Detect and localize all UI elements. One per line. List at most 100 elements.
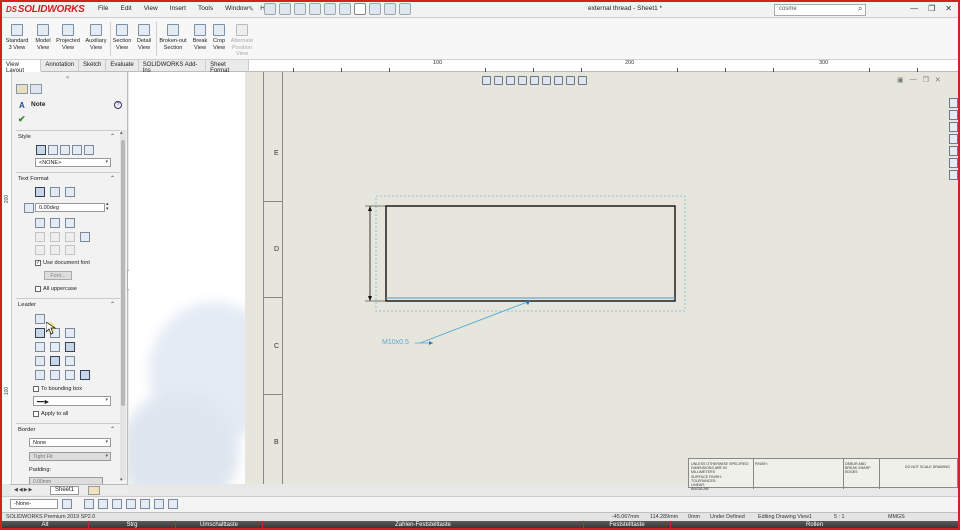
format-painter-icon[interactable] — [65, 245, 75, 255]
add-style-icon[interactable] — [48, 145, 58, 155]
select-arrow-icon[interactable] — [354, 3, 366, 15]
key-umschalttaste[interactable]: Umschalttaste — [176, 521, 263, 528]
apply-to-all-checkbox[interactable] — [33, 411, 39, 417]
pin-menu-icon[interactable]: ✎ — [248, 5, 254, 13]
thread-callout-note[interactable]: M10x0.5 — [382, 339, 409, 346]
scroll-down-icon[interactable]: ▾ — [120, 477, 123, 483]
menu-insert[interactable]: Insert — [164, 5, 192, 12]
ok-check-icon[interactable]: ✔ — [18, 114, 26, 125]
align-left-icon[interactable] — [35, 187, 45, 197]
close-icon[interactable]: ✕ — [945, 4, 952, 13]
leader-underlined-icon[interactable] — [80, 370, 90, 380]
key-zahlen-feststelltaste[interactable]: Zahlen-Feststelltaste — [263, 521, 584, 528]
tab-sheet-format[interactable]: Sheet Format — [206, 60, 249, 74]
sheet-navigation-arrows-icon[interactable]: ◀◀▶▶ — [14, 487, 33, 493]
align-icon[interactable] — [168, 499, 178, 509]
note-leader-line[interactable] — [419, 300, 531, 344]
open-icon[interactable] — [294, 3, 306, 15]
undo-icon[interactable] — [339, 3, 351, 15]
load-style-icon[interactable] — [84, 145, 94, 155]
tab-view-layout[interactable]: View Layout — [2, 60, 42, 74]
leader-left-icon[interactable] — [35, 356, 45, 366]
part-outline[interactable] — [385, 205, 676, 302]
insert-hyperlink-icon[interactable] — [35, 218, 45, 228]
options-gear-icon[interactable] — [399, 3, 411, 15]
arrow-style-dropdown[interactable]: ━━► ▾ — [33, 396, 111, 406]
hide-show-edges-icon[interactable] — [126, 499, 136, 509]
save-icon[interactable] — [309, 3, 321, 15]
update-style-icon[interactable] — [60, 145, 70, 155]
leader-attach-icon[interactable] — [35, 314, 45, 324]
stack-balloon-icon[interactable] — [35, 245, 45, 255]
projected-view-button[interactable]: Projected View — [54, 24, 82, 51]
menu-edit[interactable]: Edit — [114, 5, 137, 12]
bent-leader-icon[interactable] — [65, 342, 75, 352]
border-dropdown[interactable]: None ▾ — [29, 438, 111, 447]
no-leader-icon[interactable] — [65, 328, 75, 338]
detail-view-button[interactable]: Detail View — [134, 24, 154, 51]
leader-middle-icon[interactable] — [50, 370, 60, 380]
key-rollen[interactable]: Rollen — [671, 521, 958, 528]
key-alt[interactable]: Alt — [2, 521, 89, 528]
layer-properties-icon[interactable] — [62, 499, 72, 509]
collapse-chevron-up-icon[interactable]: ⌃ — [110, 133, 115, 140]
auto-leader-icon[interactable] — [35, 342, 45, 352]
menu-view[interactable]: View — [138, 5, 164, 12]
help-icon[interactable]: ? — [114, 101, 122, 109]
straight-leader-icon[interactable] — [50, 342, 60, 352]
menu-file[interactable]: File — [92, 5, 114, 12]
status-scale[interactable]: 5 : 1 — [834, 514, 845, 520]
delete-style-icon[interactable] — [72, 145, 82, 155]
use-document-font-checkbox[interactable]: ✓ — [35, 260, 41, 266]
model-view-button[interactable]: Model View — [32, 24, 54, 51]
search-input[interactable]: cosme — [774, 4, 866, 16]
collapse-chevron-up-icon[interactable]: ⌃ — [110, 301, 115, 308]
line-style-icon[interactable] — [112, 499, 122, 509]
lock-note-icon[interactable] — [35, 232, 45, 242]
all-uppercase-checkbox[interactable] — [35, 286, 41, 292]
geometric-tolerance-icon[interactable] — [50, 232, 60, 242]
link-to-property-icon[interactable] — [50, 218, 60, 228]
line-color-icon[interactable] — [84, 499, 94, 509]
feature-manager-tab-icon[interactable] — [16, 84, 28, 94]
section-view-button[interactable]: Section View — [111, 24, 133, 51]
new-document-icon[interactable] — [279, 3, 291, 15]
leader-top-icon[interactable] — [35, 370, 45, 380]
restore-icon[interactable]: ❐ — [928, 4, 935, 13]
crop-view-button[interactable]: Crop View — [210, 24, 228, 51]
property-manager-tab-icon[interactable] — [30, 84, 42, 94]
tab-annotation[interactable]: Annotation — [41, 60, 80, 72]
key-feststelltaste[interactable]: Feststelltaste — [584, 521, 671, 528]
collapse-chevron-up-icon[interactable]: ⌃ — [110, 175, 115, 182]
scroll-up-icon[interactable]: ▴ — [120, 130, 123, 136]
print-icon[interactable] — [324, 3, 336, 15]
leader-right-icon[interactable] — [50, 356, 60, 366]
tab-sketch[interactable]: Sketch — [79, 60, 107, 72]
standard-3-view-button[interactable]: Standard 3 View — [4, 24, 30, 51]
minimize-icon[interactable]: — — [910, 4, 918, 13]
hole-callout-icon[interactable] — [50, 245, 60, 255]
add-symbol-icon[interactable] — [65, 218, 75, 228]
auxiliary-view-button[interactable]: Auxiliary View — [83, 24, 109, 51]
surface-finish-icon[interactable] — [65, 232, 75, 242]
leader-handle-icon[interactable] — [429, 341, 433, 345]
leader-icon[interactable] — [35, 328, 45, 338]
alternate-position-view-button[interactable]: Alternate Position View — [228, 24, 256, 58]
apply-default-style-icon[interactable] — [36, 145, 46, 155]
align-center-icon[interactable] — [50, 187, 60, 197]
style-dropdown[interactable]: <NONE> ▾ — [35, 158, 111, 167]
leader-nearest-icon[interactable] — [65, 356, 75, 366]
broken-out-section-button[interactable]: Broken-out Section — [157, 24, 189, 51]
break-view-button[interactable]: Break View — [190, 24, 210, 51]
menu-tools[interactable]: Tools — [192, 5, 219, 12]
fit-dropdown[interactable]: Tight Fit ▾ — [29, 452, 111, 461]
leader-bottom-icon[interactable] — [65, 370, 75, 380]
home-icon[interactable] — [264, 3, 276, 15]
tab-solidworks-add-ins[interactable]: SOLIDWORKS Add-Ins — [139, 60, 207, 74]
layer-dropdown[interactable]: -None- — [10, 499, 58, 509]
font-button[interactable]: Font... — [44, 271, 72, 280]
key-strg[interactable]: Strg — [89, 521, 176, 528]
collapse-chevron-up-icon[interactable]: ⌃ — [110, 426, 115, 433]
collapse-chevron-icon[interactable]: « — [66, 75, 69, 81]
line-format-icon[interactable] — [154, 499, 164, 509]
